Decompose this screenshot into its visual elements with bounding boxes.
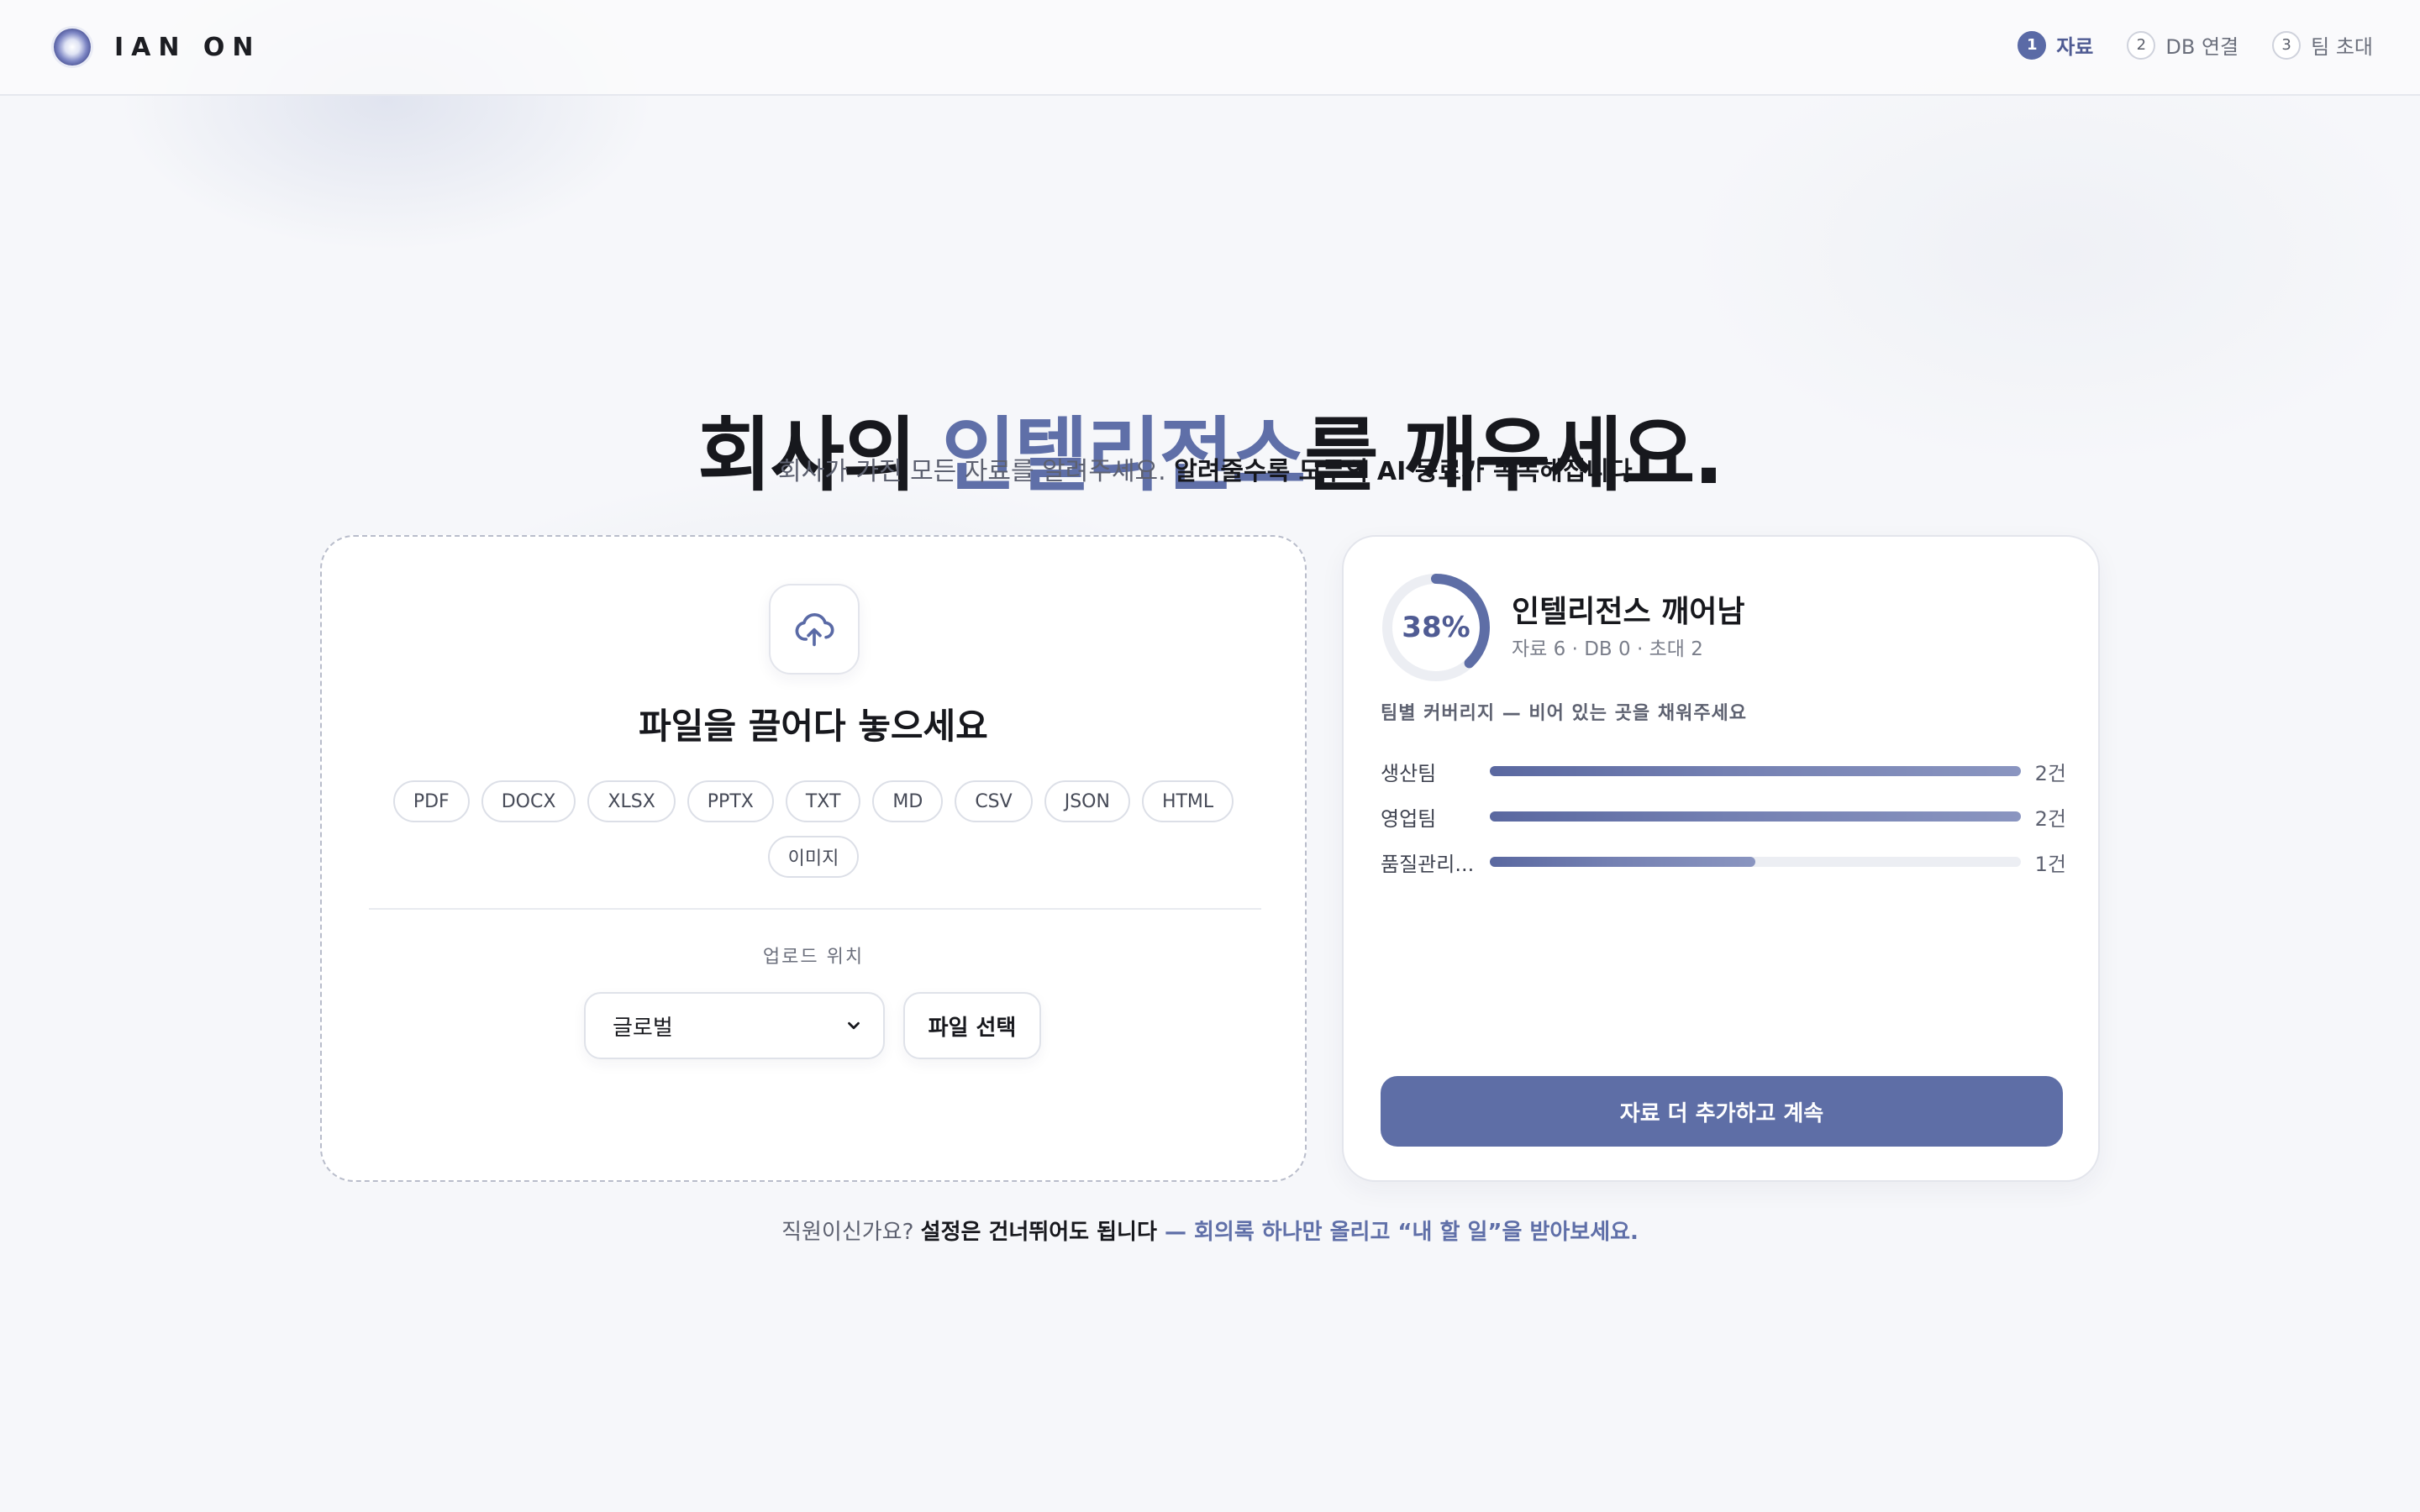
format-chip: MD [872, 780, 944, 822]
brand-name: IAN ON [114, 32, 261, 62]
upload-controls: 글로벌 파일 선택 [584, 992, 1041, 1059]
setup-steps: 1 자료 2 DB 연결 3 팀 초대 [2018, 30, 2373, 60]
add-more-continue-button[interactable]: 자료 더 추가하고 계속 [1381, 1076, 2063, 1147]
chevron-down-icon [848, 1021, 860, 1030]
step-materials[interactable]: 1 자료 [2018, 30, 2093, 60]
team-name: 생산팀 [1381, 761, 1437, 785]
format-chip: JSON [1044, 780, 1130, 822]
dropzone-title: 파일을 끌어다 놓으세요 [639, 706, 988, 747]
format-chip: DOCX [481, 780, 576, 822]
team-name: 영업팀 [1381, 806, 1437, 831]
team-row: 영업팀 2건 [1381, 794, 2066, 839]
progress-percent: 38% [1402, 611, 1470, 644]
team-count: 1건 [2034, 852, 2066, 876]
team-coverage-title: 팀별 커버리지 — 비어 있는 곳을 채워주세요 [1381, 703, 1748, 724]
logo-orb-icon [54, 29, 91, 66]
step-db-connect[interactable]: 2 DB 연결 [2127, 30, 2238, 60]
team-count: 2건 [2034, 806, 2066, 831]
format-chip: 이미지 [767, 836, 860, 878]
format-chip: CSV [955, 780, 1033, 822]
subtitle-bold: 알려줄수록 모두의 AI 동료가 똑똑해집니다. [1174, 457, 1642, 486]
top-bar: IAN ON 1 자료 2 DB 연결 3 팀 초대 [0, 0, 2420, 96]
step-team-invite[interactable]: 3 팀 초대 [2272, 30, 2373, 60]
format-chip: PDF [392, 780, 470, 822]
divider [369, 908, 1261, 910]
upload-location-select[interactable]: 글로벌 [584, 992, 885, 1059]
coverage-bar-fill [1490, 766, 2021, 776]
supported-formats: PDF DOCX XLSX PPTX TXT MD CSV JSON HTML … [372, 780, 1255, 878]
progress-summary: 자료 6 · DB 0 · 초대 2 [1512, 638, 1703, 660]
coverage-bar-fill [1490, 857, 1755, 867]
cloud-upload-icon [769, 584, 860, 675]
employee-note: 직원이신가요? 설정은 건너뛰어도 됩니다 — 회의록 하나만 올리고 “내 할… [0, 1215, 2420, 1246]
brand[interactable]: IAN ON [54, 27, 261, 67]
note-question: 직원이신가요? [781, 1220, 921, 1245]
step-number: 3 [2272, 30, 2302, 60]
coverage-bar [1490, 857, 2021, 867]
team-coverage-list: 생산팀 2건 영업팀 2건 품질관리... 1건 [1381, 748, 2066, 885]
step-number: 1 [2018, 30, 2047, 60]
choose-file-button[interactable]: 파일 선택 [903, 992, 1041, 1059]
coverage-bar [1490, 811, 2021, 822]
upload-location-label: 업로드 위치 [762, 947, 865, 968]
coverage-bar-fill [1490, 811, 2021, 822]
format-chip: PPTX [687, 780, 774, 822]
team-name: 품질관리... [1381, 852, 1475, 876]
subtitle-plain: 회사가 가진 모든 자료를 알려주세요. [778, 457, 1175, 486]
progress-title: 인텔리전스 깨어남 [1512, 595, 1745, 629]
intelligence-progress-card: 38% 인텔리전스 깨어남 자료 6 · DB 0 · 초대 2 팀별 커버리지… [1342, 535, 2100, 1182]
note-meeting-notes-link[interactable]: — 회의록 하나만 올리고 “내 할 일”을 받아보세요. [1157, 1220, 1639, 1245]
team-row: 품질관리... 1건 [1381, 839, 2066, 885]
note-skip-setup: 설정은 건너뛰어도 됩니다 [920, 1220, 1157, 1245]
selected-location: 글로벌 [613, 1015, 673, 1041]
page-title: 회사의 인텔리전스를 깨우세요. [0, 390, 2420, 507]
page-subtitle: 회사가 가진 모든 자료를 알려주세요. 알려줄수록 모두의 AI 동료가 똑똑… [0, 450, 2420, 487]
format-chip: XLSX [587, 780, 676, 822]
format-chip: HTML [1141, 780, 1234, 822]
format-chip: TXT [785, 780, 861, 822]
team-count: 2건 [2034, 761, 2066, 785]
team-row: 생산팀 2건 [1381, 748, 2066, 794]
file-dropzone[interactable]: 파일을 끌어다 놓으세요 PDF DOCX XLSX PPTX TXT MD C… [320, 535, 1307, 1182]
step-label: 팀 초대 [2311, 35, 2373, 59]
coverage-bar [1490, 766, 2021, 776]
step-number: 2 [2127, 30, 2156, 60]
step-label: 자료 [2056, 35, 2094, 59]
step-label: DB 연결 [2165, 35, 2239, 59]
